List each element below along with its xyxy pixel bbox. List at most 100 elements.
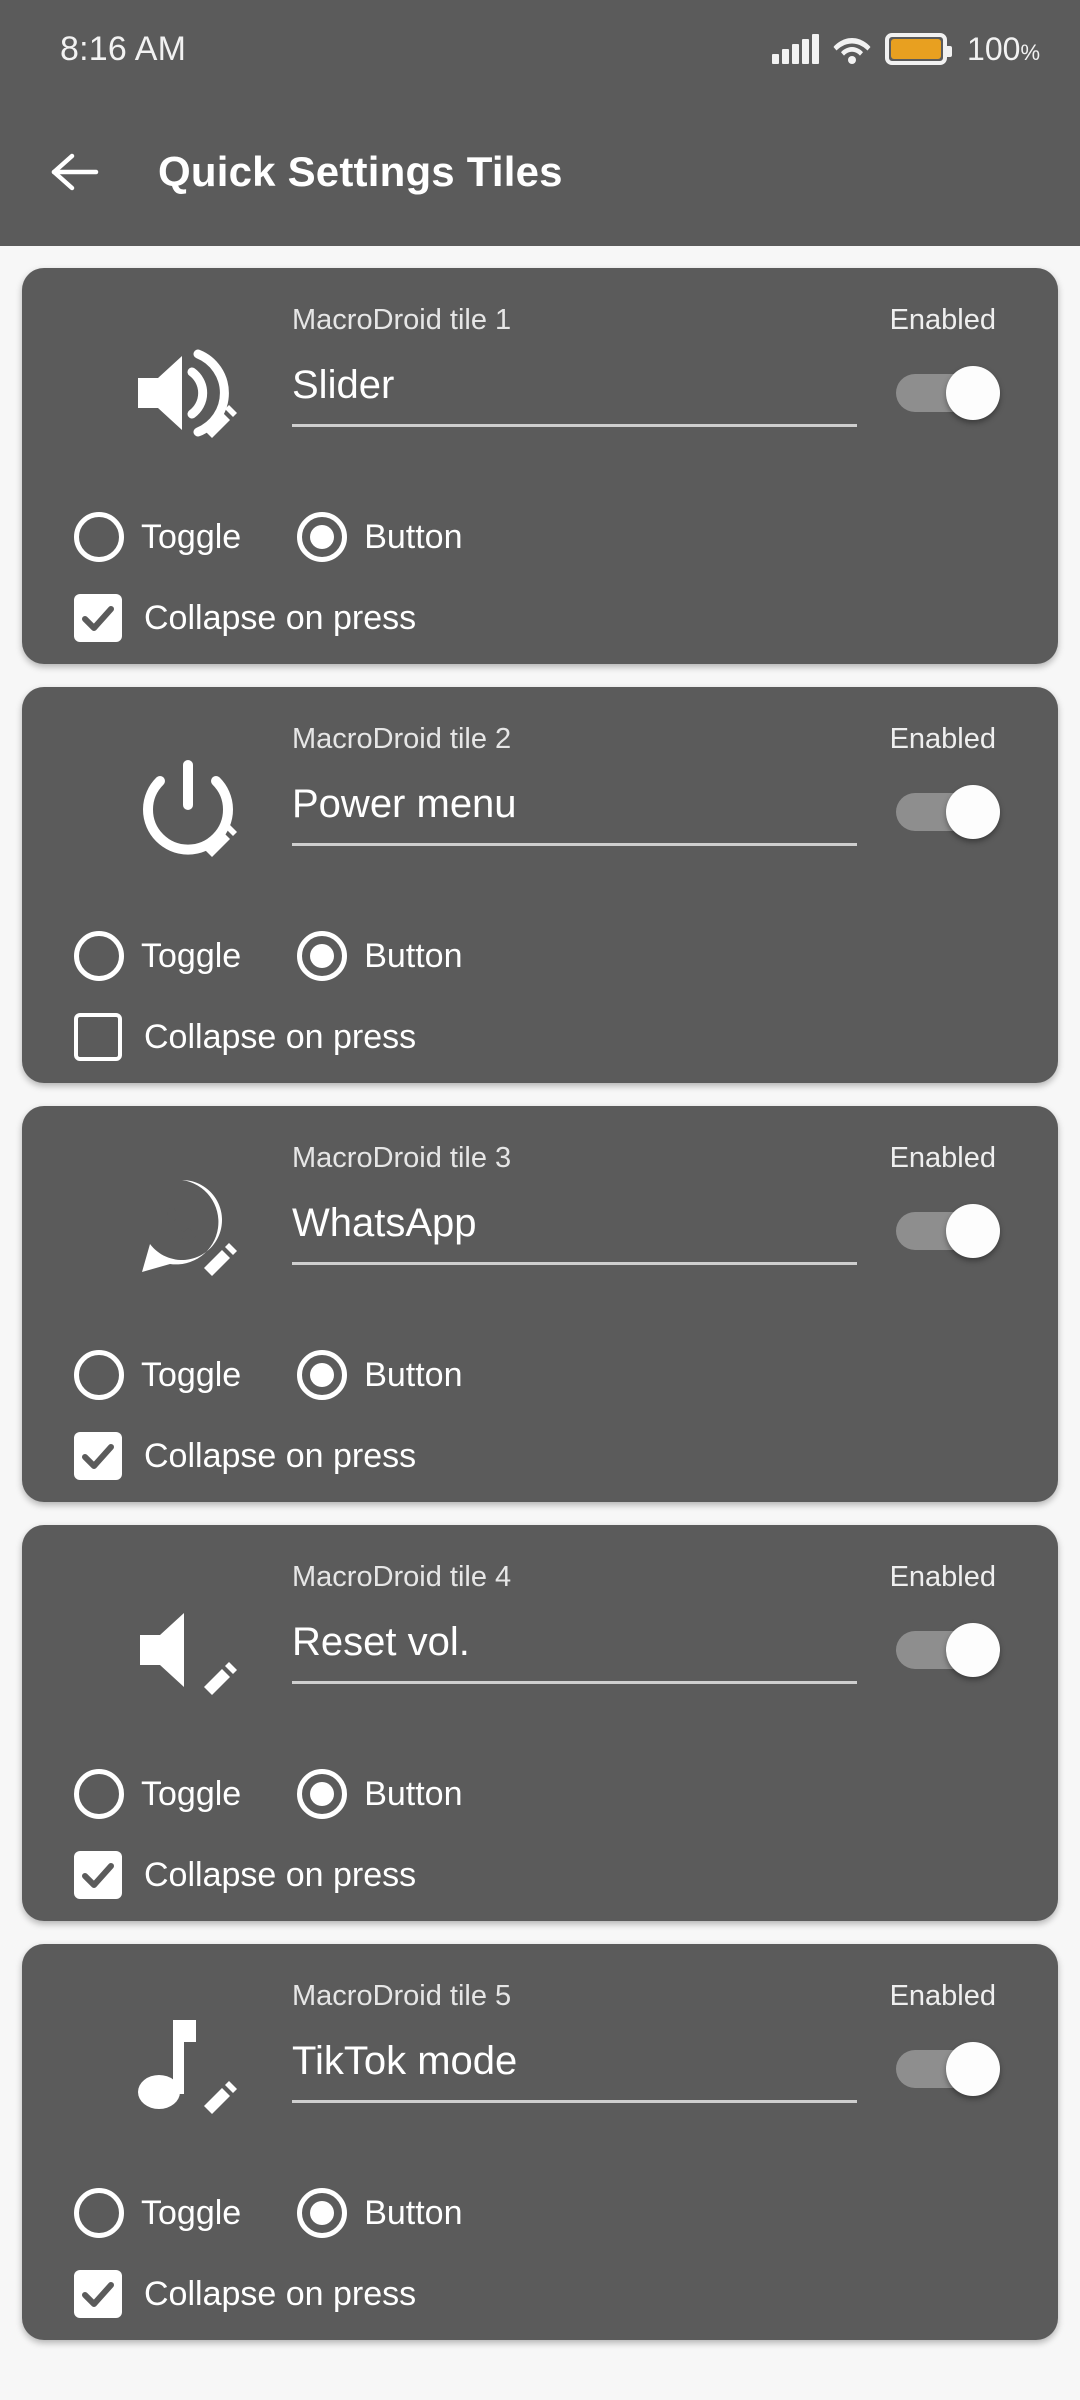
radio-button-label: Button [364,1774,463,1813]
collapse-on-press-checkbox[interactable] [74,594,122,642]
radio-button-icon[interactable] [297,1350,348,1400]
collapse-on-press-label: Collapse on press [144,1436,417,1475]
tile-name-value[interactable]: Reset vol. [292,1613,857,1671]
radio-button-icon[interactable] [297,931,348,981]
radio-option-button[interactable]: Button [297,931,463,981]
radio-option-button[interactable]: Button [297,512,463,562]
switch-knob [946,366,1000,420]
radio-toggle-label: Toggle [141,936,242,975]
collapse-on-press-label: Collapse on press [144,1855,417,1894]
tile-name-underline [292,424,857,427]
radio-toggle-icon[interactable] [74,1769,124,1819]
radio-option-toggle[interactable]: Toggle [74,2188,241,2238]
status-bar: 8:16 AM 100% [0,0,1080,98]
back-button[interactable] [22,120,126,224]
status-time: 8:16 AM [60,29,187,68]
radio-button-label: Button [364,2193,463,2232]
switch-knob [946,1623,1000,1677]
radio-button-icon[interactable] [297,2188,348,2238]
tile-name-field[interactable]: Slider [292,356,857,427]
tile-name-value[interactable]: Slider [292,356,857,414]
tile-index-label: MacroDroid tile 3 [292,1142,512,1174]
radio-button-label: Button [364,1355,463,1394]
radio-option-button[interactable]: Button [297,1769,463,1819]
radio-option-toggle[interactable]: Toggle [74,931,241,981]
tile-enabled-switch[interactable] [896,785,1000,839]
wifi-icon [833,34,871,64]
tile-name-value[interactable]: TikTok mode [292,2032,857,2090]
collapse-on-press-row[interactable]: Collapse on press [74,1432,1058,1480]
tile-card: MacroDroid tile 5 Enabled TikTok mode To… [22,1944,1058,2340]
tile-index-label: MacroDroid tile 4 [292,1561,512,1593]
tile-enabled-switch[interactable] [896,366,1000,420]
radio-toggle-label: Toggle [141,2193,242,2232]
edit-pencil-icon [204,1243,237,1276]
collapse-on-press-label: Collapse on press [144,2274,417,2313]
tile-mode-radio-group: Toggle Button [74,512,1058,562]
radio-button-icon[interactable] [297,1769,348,1819]
back-arrow-icon [51,153,99,191]
radio-button-label: Button [364,517,463,556]
tile-mode-radio-group: Toggle Button [74,1350,1058,1400]
tile-index-label: MacroDroid tile 5 [292,1980,512,2012]
tile-name-field[interactable]: TikTok mode [292,2032,857,2103]
tile-mode-radio-group: Toggle Button [74,1769,1058,1819]
enabled-label: Enabled [889,1561,996,1593]
radio-option-button[interactable]: Button [297,2188,463,2238]
collapse-on-press-checkbox[interactable] [74,1432,122,1480]
volume-up-icon[interactable] [130,334,248,452]
volume-mute-icon[interactable] [130,1591,248,1709]
tile-name-value[interactable]: Power menu [292,775,857,833]
battery-percent-value: 100 [967,30,1021,67]
tile-enabled-switch[interactable] [896,1204,1000,1258]
edit-pencil-icon [204,2081,237,2114]
radio-toggle-icon[interactable] [74,1350,124,1400]
battery-icon [885,33,953,65]
radio-toggle-icon[interactable] [74,931,124,981]
switch-knob [946,2042,1000,2096]
tile-mode-radio-group: Toggle Button [74,2188,1058,2238]
radio-button-icon[interactable] [297,512,348,562]
signal-bars-icon [772,34,820,64]
checkmark-icon [82,606,114,631]
tile-index-label: MacroDroid tile 1 [292,304,512,336]
enabled-label: Enabled [889,304,996,336]
status-icons: 100% [772,31,1040,68]
collapse-on-press-checkbox[interactable] [74,2270,122,2318]
tile-name-field[interactable]: WhatsApp [292,1194,857,1265]
app-bar: 8:16 AM 100% Quick Settings Tiles [0,0,1080,246]
radio-toggle-icon[interactable] [74,2188,124,2238]
tile-name-field[interactable]: Power menu [292,775,857,846]
enabled-label: Enabled [889,1142,996,1174]
checkmark-icon [82,1863,114,1888]
whatsapp-icon[interactable] [130,1172,248,1290]
app-screen: 8:16 AM 100% Quick Settings Tiles MacroD… [0,0,1080,2400]
enabled-label: Enabled [889,1980,996,2012]
tile-name-value[interactable]: WhatsApp [292,1194,857,1252]
tile-name-field[interactable]: Reset vol. [292,1613,857,1684]
radio-option-toggle[interactable]: Toggle [74,1350,241,1400]
collapse-on-press-checkbox[interactable] [74,1013,122,1061]
tile-card-header: MacroDroid tile 2 Enabled Power menu [22,713,1058,909]
tile-enabled-switch[interactable] [896,2042,1000,2096]
power-icon[interactable] [130,753,248,871]
radio-option-toggle[interactable]: Toggle [74,1769,241,1819]
collapse-on-press-checkbox[interactable] [74,1851,122,1899]
collapse-on-press-row[interactable]: Collapse on press [74,594,1058,642]
radio-toggle-icon[interactable] [74,512,124,562]
radio-button-label: Button [364,936,463,975]
tile-card-header: MacroDroid tile 4 Enabled Reset vol. [22,1551,1058,1747]
tile-card: MacroDroid tile 2 Enabled Power menu Tog… [22,687,1058,1083]
switch-knob [946,785,1000,839]
tile-card-header: MacroDroid tile 3 Enabled WhatsApp [22,1132,1058,1328]
tile-card-header: MacroDroid tile 5 Enabled TikTok mode [22,1970,1058,2166]
music-note-icon[interactable] [130,2010,248,2128]
tile-card: MacroDroid tile 4 Enabled Reset vol. Tog… [22,1525,1058,1921]
radio-option-toggle[interactable]: Toggle [74,512,241,562]
collapse-on-press-row[interactable]: Collapse on press [74,2270,1058,2318]
radio-option-button[interactable]: Button [297,1350,463,1400]
collapse-on-press-row[interactable]: Collapse on press [74,1013,1058,1061]
radio-toggle-label: Toggle [141,1355,242,1394]
tile-enabled-switch[interactable] [896,1623,1000,1677]
collapse-on-press-row[interactable]: Collapse on press [74,1851,1058,1899]
